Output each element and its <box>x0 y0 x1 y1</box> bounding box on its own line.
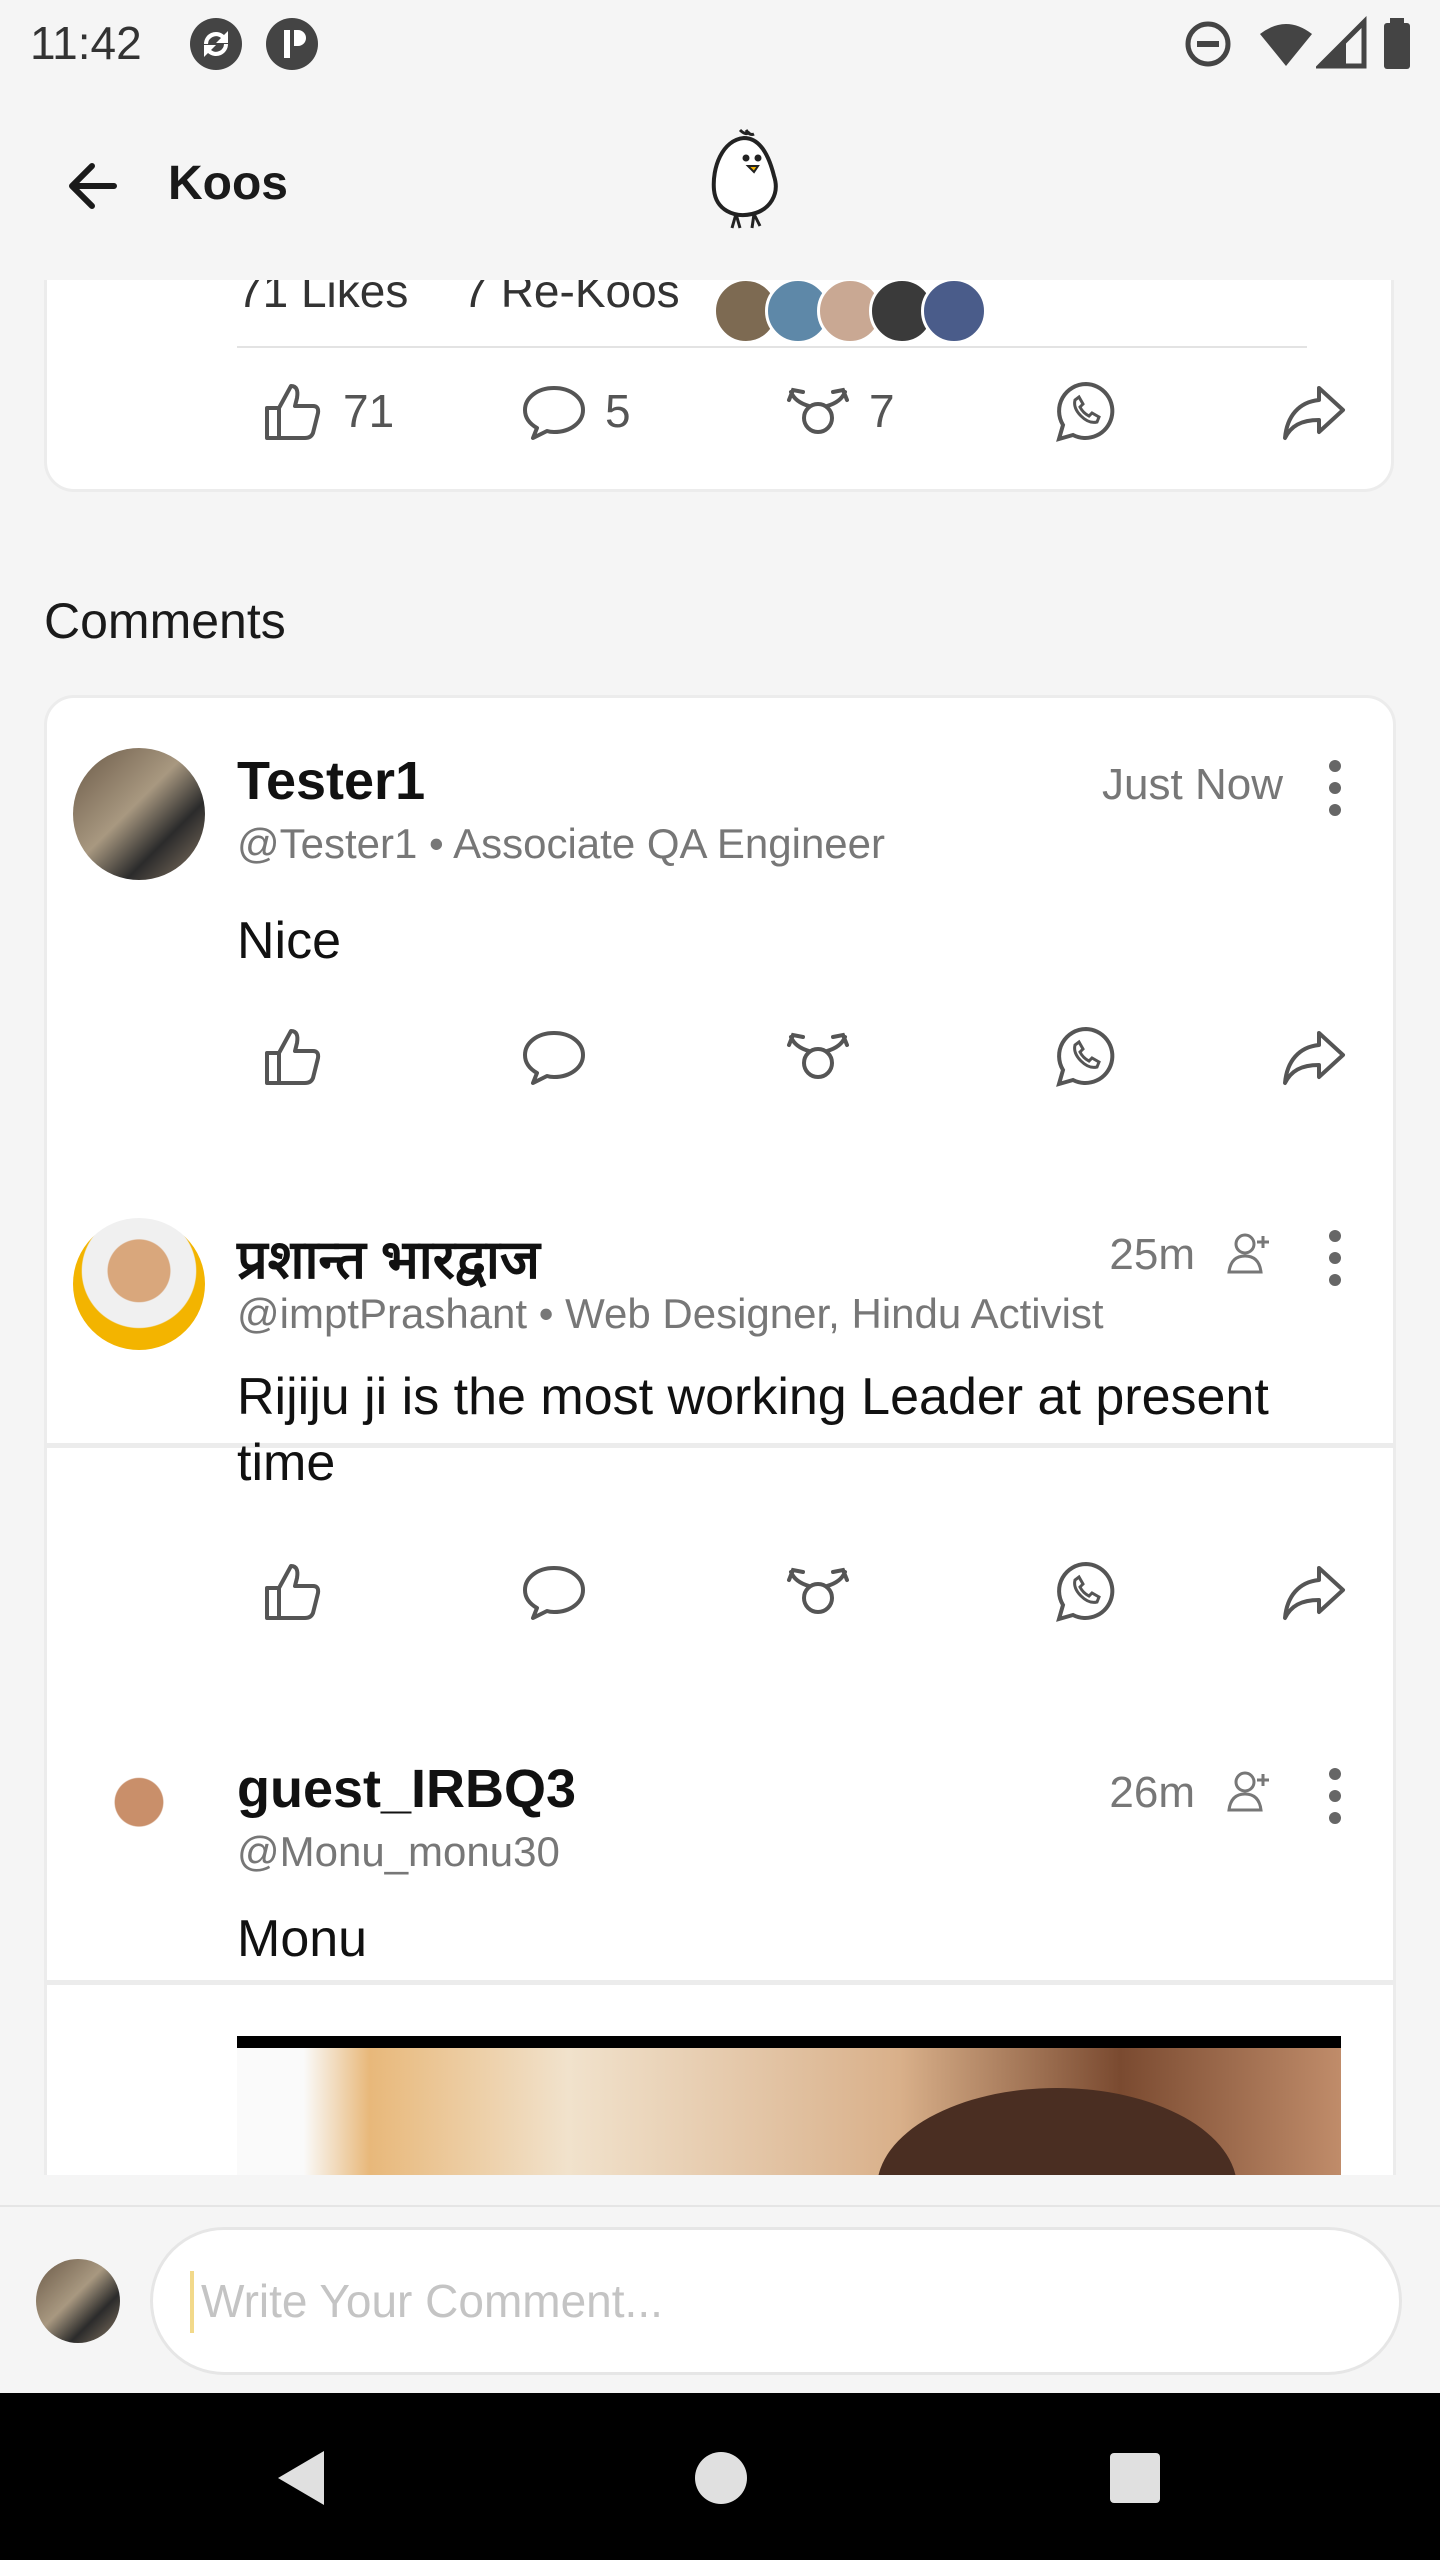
comment-image-subject <box>877 2088 1237 2175</box>
nav-back-icon[interactable] <box>270 2445 336 2511</box>
comment-item: guest_IRBQ3 @Monu_monu30 26m Monu <box>47 1706 1393 2175</box>
comment-count: 5 <box>605 385 631 437</box>
comment-author-name[interactable]: Tester1 <box>237 750 425 812</box>
media-frame-top <box>237 2036 1341 2048</box>
liker-avatars[interactable] <box>713 280 987 344</box>
comment-timestamp: 26m <box>1109 1768 1195 1817</box>
more-options-icon[interactable] <box>1329 1230 1343 1296</box>
comment-image[interactable] <box>237 2048 1341 2175</box>
comment-input[interactable] <box>150 2227 1402 2375</box>
comment-compose-bar <box>0 2205 1440 2395</box>
share-button[interactable] <box>1281 378 1347 444</box>
comment-bubble-icon[interactable] <box>521 1023 587 1089</box>
comment-author-handle[interactable]: @imptPrashant • Web Designer, Hindu Acti… <box>237 1290 1104 1338</box>
comment-item: Tester1 @Tester1 • Associate QA Engineer… <box>47 698 1393 1168</box>
likes-summary[interactable]: 71 Likes <box>237 280 408 318</box>
whatsapp-icon <box>1056 381 1115 442</box>
sync-app-icon <box>190 18 242 70</box>
rekoo-icon[interactable] <box>785 1023 851 1089</box>
system-navigation-bar <box>0 2393 1440 2560</box>
comment-item: प्रशान्त भारद्वाज @imptPrashant • Web De… <box>47 1168 1393 1708</box>
feed-scroll-area[interactable]: 71 Likes 7 Re-Koos 71 5 7 Comments Teste… <box>0 280 1440 2175</box>
battery-icon <box>1384 18 1410 69</box>
page-title: Koos <box>168 157 288 210</box>
app-bar: Koos <box>0 84 1440 280</box>
avatar[interactable] <box>73 1218 205 1350</box>
wifi-icon <box>1260 24 1312 66</box>
comment-text: Monu <box>237 1910 368 1968</box>
comment-timestamp: Just Now <box>1102 760 1283 809</box>
more-options-icon[interactable] <box>1329 760 1343 826</box>
avatar <box>36 2259 120 2343</box>
like-count: 71 <box>343 385 395 437</box>
cell-signal-icon <box>1316 15 1367 69</box>
comment-author-handle[interactable]: @Monu_monu30 <box>237 1828 560 1876</box>
koo-bird-logo-icon <box>711 128 778 229</box>
app-notification-icon <box>266 18 318 70</box>
avatar[interactable] <box>73 748 205 880</box>
back-arrow-icon[interactable] <box>60 154 124 218</box>
comment-timestamp: 25m <box>1109 1230 1195 1279</box>
comments-list: Tester1 @Tester1 • Associate QA Engineer… <box>44 695 1396 2175</box>
share-arrow-icon[interactable] <box>1281 1023 1347 1089</box>
do-not-disturb-icon <box>1185 21 1231 67</box>
rekoo-icon <box>787 387 849 434</box>
whatsapp-icon[interactable] <box>1053 1558 1119 1624</box>
thumbs-up-icon[interactable] <box>259 1023 325 1089</box>
koo-post-card: 71 Likes 7 Re-Koos 71 5 7 <box>44 280 1394 492</box>
whatsapp-share-button[interactable] <box>1053 378 1119 444</box>
avatar[interactable] <box>73 1756 205 1888</box>
status-time: 11:42 <box>30 17 142 69</box>
comment-text: Rijiju ji is the most working Leader at … <box>237 1368 1269 1492</box>
share-arrow-icon <box>1283 386 1345 440</box>
avatar <box>921 280 987 344</box>
comment-bubble-icon <box>523 386 585 440</box>
like-button[interactable]: 71 <box>259 378 394 444</box>
rekoo-button[interactable]: 7 <box>785 378 895 444</box>
comment-author-name[interactable]: प्रशान्त भारद्वाज <box>237 1220 540 1294</box>
follow-user-icon[interactable] <box>1227 1230 1273 1276</box>
nav-recents-icon[interactable] <box>1102 2445 1168 2511</box>
comment-bubble-icon[interactable] <box>521 1558 587 1624</box>
status-bar: 11:42 <box>0 0 1440 84</box>
text-cursor <box>190 2271 194 2333</box>
rekoo-icon[interactable] <box>785 1558 851 1624</box>
follow-user-icon[interactable] <box>1227 1768 1273 1814</box>
rekoos-summary[interactable]: 7 Re-Koos <box>462 280 679 318</box>
comment-text: Nice <box>237 912 342 970</box>
rekoo-count: 7 <box>869 385 895 437</box>
thumbs-up-icon <box>265 384 321 440</box>
post-stats: 71 Likes 7 Re-Koos <box>237 280 680 318</box>
whatsapp-icon[interactable] <box>1053 1023 1119 1089</box>
nav-home-icon[interactable] <box>688 2445 754 2511</box>
comment-author-name[interactable]: guest_IRBQ3 <box>237 1758 576 1820</box>
more-options-icon[interactable] <box>1329 1768 1343 1834</box>
thumbs-up-icon[interactable] <box>259 1558 325 1624</box>
comment-button[interactable]: 5 <box>521 378 631 444</box>
comment-author-handle[interactable]: @Tester1 • Associate QA Engineer <box>237 820 885 868</box>
comments-heading: Comments <box>44 593 286 649</box>
share-arrow-icon[interactable] <box>1281 1558 1347 1624</box>
divider <box>237 346 1307 348</box>
